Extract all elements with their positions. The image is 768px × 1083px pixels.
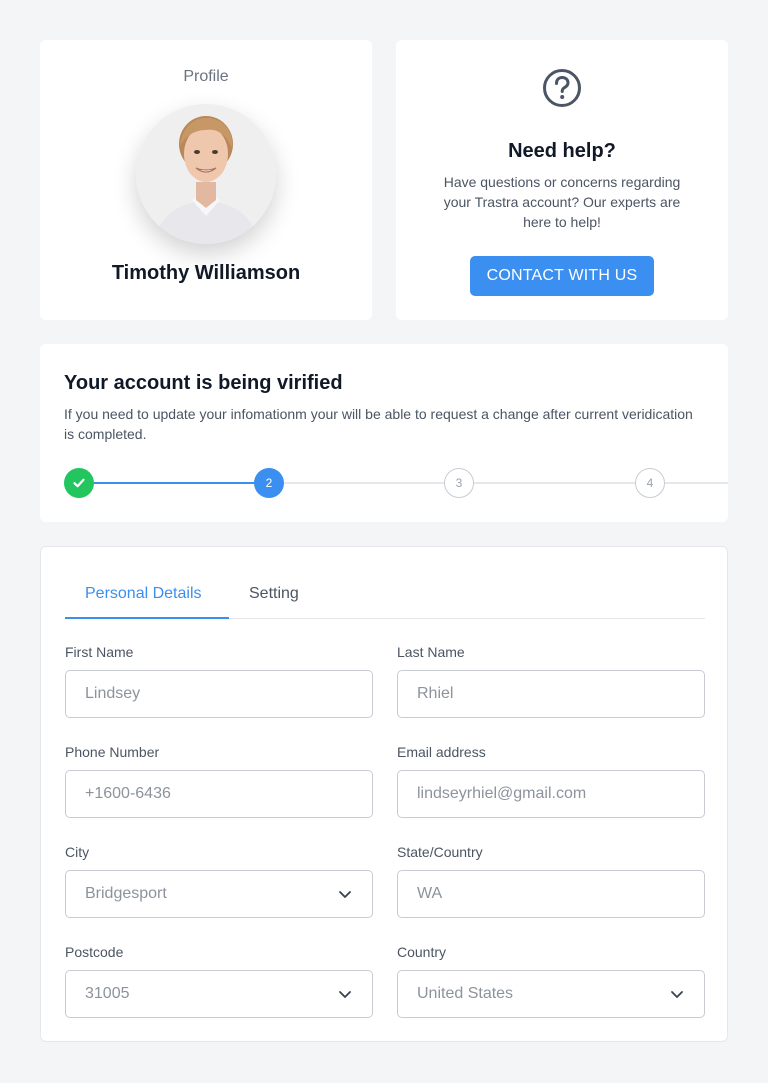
tab-personal-details[interactable]: Personal Details: [85, 585, 202, 603]
postcode-select[interactable]: 31005: [65, 970, 373, 1018]
verification-stepper: 2 3 4: [64, 468, 728, 498]
help-text: Have questions or concerns regarding you…: [443, 174, 681, 230]
step-connector-complete: [79, 482, 269, 484]
country-value: United States: [417, 985, 514, 1002]
phone-input[interactable]: [85, 785, 353, 803]
step-4: 4: [635, 468, 665, 498]
active-tab-indicator: [65, 617, 229, 619]
step-2: 2: [254, 468, 284, 498]
phone-label: Phone Number: [65, 744, 160, 760]
country-label: Country: [397, 944, 447, 960]
city-select[interactable]: Bridgesport: [65, 870, 373, 918]
city-label: City: [65, 844, 90, 860]
last-name-field[interactable]: [397, 670, 705, 718]
state-label: State/Country: [397, 844, 483, 860]
step-1: [64, 468, 94, 498]
personal-details-card: Personal Details Setting First Name Last…: [40, 546, 728, 1042]
email-label: Email address: [397, 744, 486, 760]
avatar: [136, 104, 276, 244]
help-title: Need help?: [508, 140, 616, 162]
postcode-value: 31005: [85, 985, 130, 1002]
phone-field[interactable]: [65, 770, 373, 818]
state-input[interactable]: [417, 885, 685, 903]
verification-title: Your account is being virified: [64, 372, 343, 394]
verification-card: Your account is being virified If you ne…: [40, 344, 728, 522]
country-select[interactable]: United States: [397, 970, 705, 1018]
last-name-input[interactable]: [417, 685, 685, 703]
question-circle-icon: [542, 68, 582, 108]
first-name-input[interactable]: [85, 685, 353, 703]
email-input[interactable]: [417, 785, 685, 803]
tab-bar: Personal Details Setting: [65, 573, 705, 619]
step-3: 3: [444, 468, 474, 498]
contact-button[interactable]: CONTACT WITH US: [470, 256, 654, 296]
first-name-field[interactable]: [65, 670, 373, 718]
chevron-down-icon: [671, 991, 683, 998]
chevron-down-icon: [339, 991, 351, 998]
postcode-label: Postcode: [65, 944, 124, 960]
state-field[interactable]: [397, 870, 705, 918]
check-icon: [73, 478, 85, 488]
help-card: Need help? Have questions or concerns re…: [396, 40, 728, 320]
verification-text: If you need to update your infomationm y…: [64, 406, 693, 442]
first-name-label: First Name: [65, 644, 134, 660]
city-value: Bridgesport: [85, 885, 167, 902]
profile-label: Profile: [183, 68, 229, 85]
email-field[interactable]: [397, 770, 705, 818]
profile-card: Profile Timothy Williamson: [40, 40, 372, 320]
chevron-down-icon: [339, 891, 351, 898]
tab-setting[interactable]: Setting: [249, 585, 299, 603]
last-name-label: Last Name: [397, 644, 465, 660]
profile-name: Timothy Williamson: [111, 262, 301, 284]
